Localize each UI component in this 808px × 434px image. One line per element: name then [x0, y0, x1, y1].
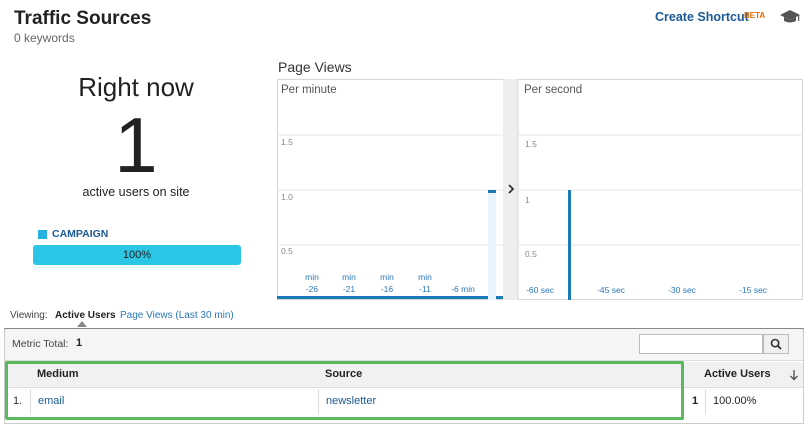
- per-minute-ytick: 1.0: [281, 192, 293, 202]
- per-minute-xtick: -6 min: [451, 284, 475, 294]
- beta-badge: BETA: [744, 11, 766, 20]
- active-tab-caret-icon: [77, 321, 87, 327]
- per-minute-bar: [488, 190, 496, 300]
- per-second-xtick: -30 sec: [668, 285, 697, 295]
- column-divider: [705, 389, 706, 415]
- metric-total-label: Metric Total:: [12, 338, 69, 350]
- table-header-row: [5, 362, 803, 388]
- active-users-caption: active users on site: [82, 185, 190, 199]
- per-minute-xtick: -21: [343, 284, 356, 294]
- viewing-label: Viewing:: [10, 310, 48, 321]
- percent-bar-reflection: [33, 266, 241, 271]
- column-header-medium[interactable]: Medium: [37, 368, 79, 380]
- table-row: [5, 389, 803, 415]
- per-minute-xtick-unit: min: [342, 272, 356, 282]
- sort-down-arrow-icon[interactable]: [789, 369, 799, 381]
- per-second-ytick: 1: [525, 195, 530, 205]
- per-minute-xtick: -26: [306, 284, 319, 294]
- per-second-xtick: -45 sec: [597, 285, 626, 295]
- cell-active-users: 1: [692, 395, 699, 407]
- per-minute-ytick: 0.5: [281, 246, 293, 256]
- tab-page-views[interactable]: Page Views (Last 30 min): [120, 310, 234, 321]
- create-shortcut-link[interactable]: Create Shortcut: [655, 10, 749, 24]
- per-minute-xtick-unit: min: [305, 272, 319, 282]
- active-user-count: 1: [114, 101, 158, 189]
- campaign-legend-swatch: [38, 230, 47, 239]
- per-minute-ytick: 1.5: [281, 137, 293, 147]
- per-second-bar: [568, 190, 571, 300]
- keywords-subtitle: 0 keywords: [14, 31, 75, 45]
- campaign-percent-label: 100%: [122, 249, 152, 261]
- metric-total-value: 1: [76, 337, 83, 349]
- per-minute-baseline: [277, 296, 503, 299]
- panel-divider[interactable]: [503, 79, 518, 300]
- table-search-input[interactable]: [639, 334, 763, 354]
- per-minute-xtick: -16: [381, 284, 394, 294]
- campaign-percent-bar: 100%: [33, 245, 241, 265]
- per-minute-xtick-unit: min: [418, 272, 432, 282]
- column-header-active-users[interactable]: Active Users: [704, 368, 771, 380]
- per-second-label: Per second: [524, 84, 582, 96]
- right-now-heading: Right now: [78, 72, 194, 102]
- per-second-xtick: -60 sec: [526, 285, 555, 295]
- tab-active-users[interactable]: Active Users: [55, 310, 116, 321]
- per-second-xtick: -15 sec: [739, 285, 768, 295]
- per-second-ytick: 1.5: [525, 139, 537, 149]
- per-second-ytick: 0.5: [525, 249, 537, 259]
- campaign-legend-label: CAMPAIGN: [52, 228, 109, 240]
- column-header-source[interactable]: Source: [325, 368, 362, 380]
- cell-source[interactable]: newsletter: [326, 395, 376, 407]
- per-minute-xtick-unit: min: [380, 272, 394, 282]
- table-search-button[interactable]: [763, 334, 789, 354]
- magnifier-icon: [770, 338, 782, 350]
- page-views-title: Page Views: [278, 59, 352, 75]
- graduation-cap-icon[interactable]: [779, 8, 801, 26]
- page-title: Traffic Sources: [14, 8, 152, 29]
- per-minute-label: Per minute: [281, 84, 337, 96]
- per-minute-bar-cap: [488, 190, 496, 193]
- cell-medium[interactable]: email: [38, 395, 64, 407]
- page-views-chart: Per minute 1.5 1.0 0.5 min -26 min -21 min -1…: [277, 79, 803, 300]
- row-number: 1.: [13, 395, 23, 407]
- column-divider: [318, 389, 319, 415]
- column-divider: [30, 389, 31, 415]
- per-minute-xtick: -11: [419, 284, 431, 294]
- cell-active-users-percent: 100.00%: [713, 395, 757, 407]
